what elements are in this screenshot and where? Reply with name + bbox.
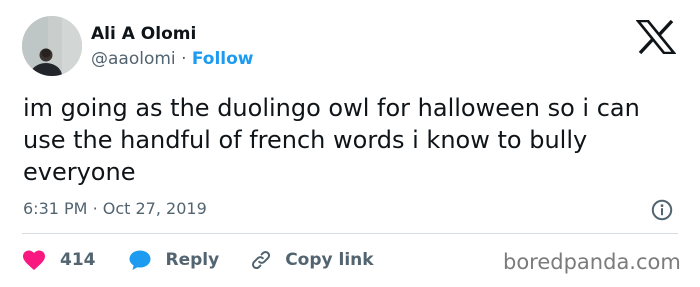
link-icon bbox=[252, 250, 271, 270]
x-logo-icon[interactable] bbox=[636, 20, 676, 54]
divider bbox=[22, 233, 678, 234]
copy-link-button[interactable]: Copy link bbox=[249, 248, 374, 272]
tweet-timestamp[interactable]: 6:31 PM · Oct 27, 2019 bbox=[23, 199, 207, 219]
heart-icon bbox=[23, 250, 45, 270]
follow-button[interactable]: Follow bbox=[192, 49, 254, 69]
author-handle[interactable]: @aaolomi bbox=[91, 49, 176, 69]
avatar[interactable] bbox=[22, 16, 82, 76]
author-handle-row: @aaolomi · Follow bbox=[91, 49, 254, 69]
action-bar: 414 Reply Copy link bbox=[22, 248, 374, 272]
tweet-time: 6:31 PM bbox=[23, 199, 88, 218]
author-display-name[interactable]: Ali A Olomi bbox=[91, 24, 196, 44]
copy-link-label: Copy link bbox=[285, 250, 374, 270]
source-watermark: boredpanda.com bbox=[503, 250, 681, 274]
like-button[interactable]: 414 bbox=[22, 249, 96, 271]
info-icon[interactable] bbox=[651, 199, 673, 221]
reply-label: Reply bbox=[165, 250, 220, 270]
handle-separator: · bbox=[181, 49, 187, 69]
tweet-card: Ali A Olomi @aaolomi · Follow im going a… bbox=[0, 0, 700, 287]
timestamp-separator: · bbox=[92, 199, 98, 218]
like-count: 414 bbox=[60, 250, 96, 270]
tweet-text: im going as the duolingo owl for hallowe… bbox=[23, 94, 640, 186]
reply-button[interactable]: Reply bbox=[128, 249, 220, 271]
avatar-photo bbox=[22, 16, 82, 76]
speech-bubble-icon bbox=[129, 250, 150, 270]
tweet-date: Oct 27, 2019 bbox=[102, 199, 207, 218]
